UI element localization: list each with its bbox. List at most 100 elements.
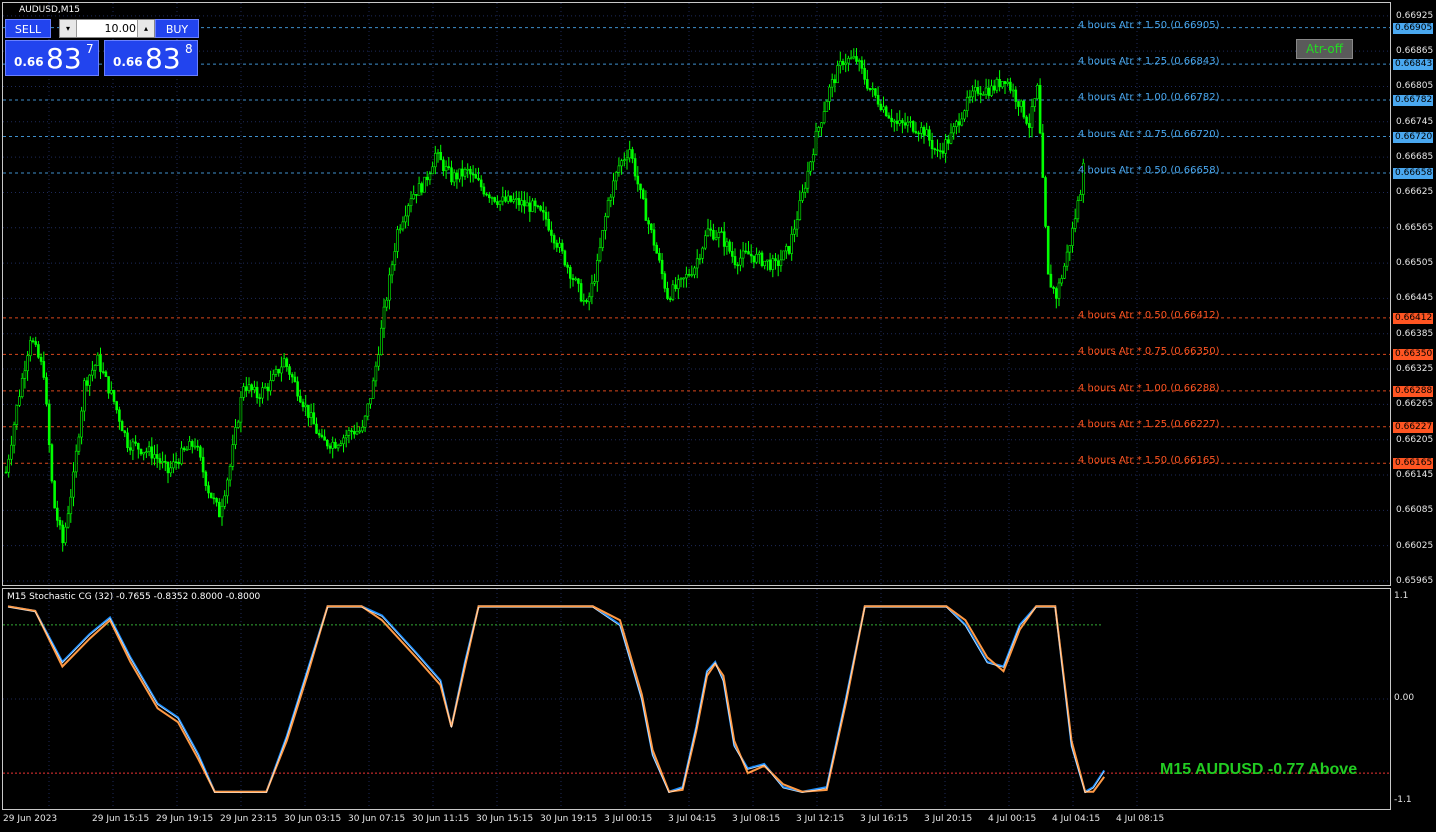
candle: [479, 175, 483, 191]
candle: [347, 426, 351, 444]
candle: [142, 451, 145, 461]
candle: [312, 403, 316, 425]
candle: [806, 161, 810, 194]
candle: [201, 447, 205, 479]
candle: [53, 480, 56, 509]
lot-increase-icon[interactable]: ▴: [137, 20, 154, 37]
candle: [944, 133, 947, 163]
candle: [147, 441, 151, 457]
candle: [91, 360, 94, 382]
candle: [128, 439, 132, 455]
candle: [423, 176, 426, 193]
candle: [536, 204, 540, 209]
atr-price-tag: 0.66782: [1393, 95, 1433, 107]
candle: [18, 389, 21, 407]
candle: [77, 433, 81, 456]
candle: [847, 55, 850, 72]
lot-decrease-icon[interactable]: ▾: [60, 20, 77, 37]
candle: [358, 426, 362, 434]
candle: [218, 498, 221, 518]
lot-size-field[interactable]: ▾ ▴: [59, 19, 155, 38]
candle: [223, 490, 226, 510]
candle: [191, 439, 194, 454]
candle: [998, 70, 1001, 92]
buy-button[interactable]: BUY: [155, 19, 199, 38]
price-axis-label: 0.66265: [1396, 399, 1434, 410]
candle: [10, 435, 13, 466]
time-axis-label: 29 Jun 2023: [3, 814, 58, 824]
candle: [782, 250, 785, 261]
candle: [231, 434, 235, 471]
candle: [482, 183, 486, 197]
candle: [474, 168, 478, 179]
time-axis-label: 3 Jul 16:15: [860, 814, 909, 824]
candle: [955, 119, 958, 135]
candle: [369, 398, 372, 409]
time-axis-label: 4 Jul 08:15: [1116, 814, 1165, 824]
candle: [323, 429, 326, 441]
price-chart-canvas[interactable]: [3, 3, 1390, 585]
atr-price-tag: 0.66350: [1393, 349, 1433, 361]
atr-price-tag: 0.66905: [1393, 22, 1433, 34]
candle: [69, 489, 73, 523]
atr-toggle-button[interactable]: Atr-off: [1296, 39, 1353, 59]
candle: [652, 223, 656, 251]
candle: [960, 112, 964, 127]
candle: [64, 522, 67, 546]
candle: [463, 167, 467, 180]
indicator-axis-label: 0.00: [1394, 693, 1415, 703]
candle: [671, 280, 675, 302]
candle: [774, 252, 777, 270]
candle: [455, 169, 459, 189]
price-chart-pane[interactable]: AUDUSD,M15: [2, 2, 1391, 586]
candle: [1025, 115, 1028, 126]
candle: [393, 243, 397, 271]
candle: [555, 239, 559, 252]
candle: [587, 292, 591, 311]
candle: [182, 446, 186, 452]
buy-price-box[interactable]: 0.66 83 8: [104, 40, 198, 76]
candle: [320, 428, 324, 439]
candle: [85, 376, 89, 392]
candle: [490, 196, 494, 206]
candle: [882, 96, 885, 113]
candle: [1055, 286, 1058, 309]
sell-button[interactable]: SELL: [5, 19, 51, 38]
atr-price-tag: 0.66658: [1393, 168, 1433, 180]
candle: [374, 361, 378, 387]
candle: [714, 230, 718, 241]
candle: [928, 125, 931, 147]
candle: [261, 382, 264, 404]
candle: [50, 443, 54, 484]
candle: [123, 429, 127, 438]
candle: [139, 448, 143, 456]
candle: [963, 109, 966, 122]
candle: [134, 435, 137, 447]
indicator-axis-label: -1.1: [1394, 795, 1412, 805]
candle: [914, 122, 918, 135]
candle: [760, 250, 764, 268]
buy-price-prefix: 0.66: [113, 55, 143, 69]
candle: [1071, 221, 1074, 253]
candle: [822, 101, 826, 125]
candle: [598, 237, 602, 263]
candle: [790, 226, 794, 261]
candle: [868, 87, 872, 92]
candle: [88, 374, 91, 396]
candle: [660, 253, 664, 280]
price-axis-label: 0.66085: [1396, 505, 1434, 516]
lot-size-input[interactable]: [78, 21, 136, 36]
candle: [458, 168, 461, 183]
sell-price-box[interactable]: 0.66 83 7: [5, 40, 99, 76]
candle: [1014, 86, 1018, 110]
candle: [1017, 100, 1020, 116]
candle: [995, 77, 999, 94]
candle: [101, 362, 105, 375]
candle: [525, 192, 529, 207]
candle: [334, 438, 337, 449]
candle: [204, 470, 208, 491]
candle: [436, 149, 440, 163]
candle: [1065, 244, 1069, 271]
candle: [83, 377, 86, 422]
candle: [852, 48, 856, 60]
